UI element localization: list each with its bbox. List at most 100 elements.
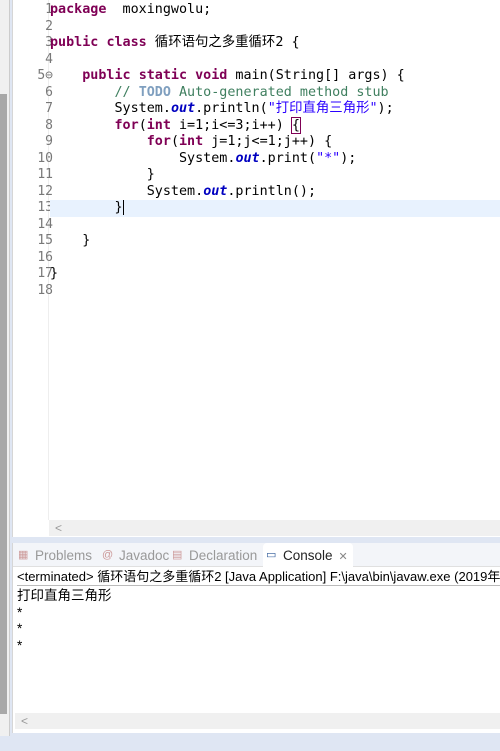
line-number-gutter: 1 2 3 4 5⊖ 6 7 8 9 10 11 12 13 14 15 16 17 18 [13, 0, 53, 520]
code-token: i=1;i<=3;i++) [170, 117, 292, 133]
code-area[interactable]: package moxingwolu; public class 循环语句之多重循… [50, 0, 500, 520]
code-token: public [50, 35, 99, 50]
tab-label: Declaration [189, 548, 258, 563]
code-line[interactable] [50, 19, 500, 36]
editor-horizontal-scrollbar[interactable]: < [49, 520, 500, 536]
code-token: "*" [316, 150, 341, 166]
console-icon: ▭ [266, 549, 277, 561]
code-token: main(String[] args) { [227, 68, 405, 83]
code-line[interactable]: } [50, 200, 500, 217]
code-token: out [235, 150, 260, 166]
code-token: package [50, 2, 107, 17]
code-line[interactable]: package moxingwolu; [50, 2, 500, 19]
code-token: TODO [138, 84, 171, 100]
code-token: int [179, 134, 204, 149]
code-line[interactable]: for(int i=1;i<=3;i++) { [50, 116, 500, 135]
code-editor[interactable]: 1 2 3 4 5⊖ 6 7 8 9 10 11 12 13 14 15 16 17 18 package mox… [12, 0, 500, 537]
code-token: System. [50, 150, 236, 166]
line-number: 8 [45, 117, 53, 133]
console-line: * [17, 604, 23, 620]
code-line[interactable] [50, 217, 500, 234]
console-line: 打印直角三角形 [17, 588, 112, 603]
line-number: 10 [37, 150, 53, 166]
code-token: } [50, 233, 91, 248]
code-token: for [114, 117, 139, 133]
code-token: 循环语句之多重循环2 { [146, 35, 300, 50]
code-token: ( [138, 117, 147, 133]
code-token: ( [170, 134, 179, 149]
console-line: * [17, 621, 23, 636]
code-token: static [138, 68, 188, 83]
code-line[interactable] [50, 250, 500, 267]
code-line[interactable]: } [50, 233, 500, 250]
tab-javadoc[interactable]: @ Javadoc [99, 543, 169, 567]
tab-label: Problems [35, 548, 93, 563]
code-token: System. [50, 101, 171, 116]
code-token: void [195, 68, 228, 83]
line-number: 12 [37, 183, 53, 199]
code-line[interactable]: for(int j=1;j<=1;j++) { [50, 134, 500, 151]
code-line[interactable]: System.out.println("打印直角三角形"); [50, 101, 500, 118]
code-token: ); [340, 150, 357, 166]
code-line[interactable]: public class 循环语句之多重循环2 { [50, 35, 500, 52]
line-number: 17 [37, 266, 53, 281]
line-number: 3 [45, 35, 53, 50]
line-number: 4 [45, 51, 53, 67]
code-line[interactable]: System.out.println(); [50, 184, 500, 201]
line-number: 5⊖ [37, 68, 53, 83]
line-number: 9 [45, 134, 53, 149]
code-line[interactable]: // TODO Auto-generated method stub [50, 85, 500, 102]
console-status: <terminated> 循环语句之多重循环2 [Java Applicatio… [17, 569, 500, 586]
panel-tabs: ▦ Problems @ Javadoc ▤ Declaration ▭ Console ✕ [13, 543, 500, 567]
line-number: 13 [37, 200, 53, 215]
tab-console[interactable]: ▭ Console ✕ [263, 543, 353, 567]
console-line: * [17, 637, 23, 653]
code-token: public [82, 68, 131, 83]
code-line[interactable]: public static void main(String[] args) { [50, 68, 500, 85]
code-line[interactable] [50, 283, 500, 300]
left-scrollbar-thumb[interactable] [0, 94, 7, 714]
left-scrollbar[interactable] [0, 0, 10, 736]
code-token: out [170, 101, 196, 116]
code-token: moxingwolu; [106, 2, 212, 17]
line-number: 1 [45, 2, 53, 17]
code-token: } [50, 200, 124, 215]
declaration-icon: ▤ [172, 549, 183, 561]
code-line[interactable]: System.out.print("*"); [50, 151, 500, 168]
code-token: int [146, 117, 171, 133]
code-token: System. [50, 183, 204, 199]
code-token: .print( [259, 150, 317, 166]
code-token: } [50, 266, 59, 281]
bottom-panel: ▦ Problems @ Javadoc ▤ Declaration ▭ Console ✕ <… [12, 543, 500, 733]
code-token: "打印直角三角形" [267, 101, 378, 116]
tab-label: Javadoc [119, 548, 170, 563]
line-number: 15 [37, 233, 53, 248]
code-token: .println(); [227, 183, 317, 199]
tab-problems[interactable]: ▦ Problems [15, 543, 92, 567]
tab-declaration[interactable]: ▤ Declaration [169, 543, 257, 567]
problems-icon: ▦ [18, 549, 29, 561]
code-line[interactable] [50, 52, 500, 69]
console-horizontal-scrollbar[interactable]: < [15, 713, 500, 729]
code-token: out [203, 183, 228, 199]
at-icon: @ [102, 549, 114, 561]
line-number: 6 [45, 84, 53, 100]
code-token: // [114, 84, 139, 100]
close-icon[interactable]: ✕ [339, 551, 348, 563]
tab-label: Console [283, 548, 333, 563]
line-number: 11 [37, 167, 53, 182]
line-number: 18 [37, 282, 53, 298]
code-token: class [106, 35, 147, 50]
code-token: { [290, 116, 301, 134]
code-token: } [50, 167, 155, 182]
code-token: for [146, 134, 171, 149]
code-line[interactable]: } [50, 266, 500, 283]
code-line[interactable]: } [50, 167, 500, 184]
code-token: Auto-generated method stub [170, 84, 389, 100]
line-number: 14 [37, 216, 53, 232]
